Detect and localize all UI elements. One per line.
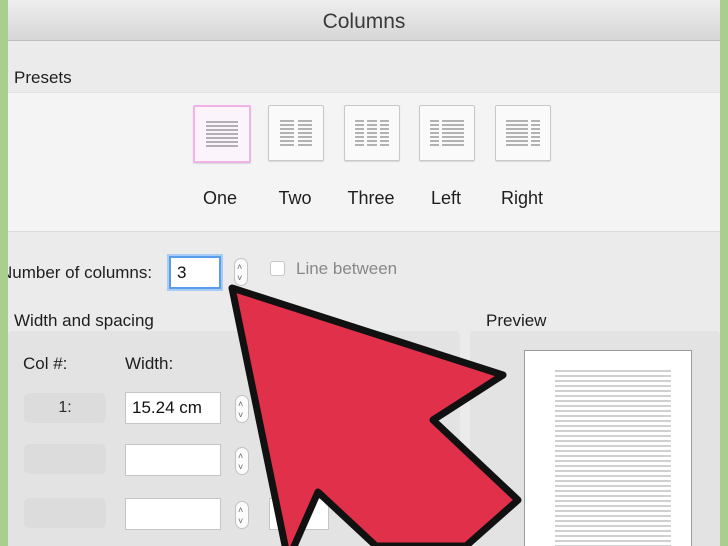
right-column-icon <box>506 120 540 146</box>
column-3-number <box>24 498 106 528</box>
width-header: Width: <box>125 354 174 373</box>
preview-page <box>524 350 692 546</box>
three-column-icon <box>355 120 389 146</box>
preset-two-label: Two <box>278 188 312 208</box>
left-column-icon <box>430 120 464 146</box>
preview-heading: Preview <box>486 311 547 330</box>
preset-right-button[interactable] <box>495 105 551 161</box>
stepper-up-icon: ˄ <box>238 451 244 461</box>
column-1-width-stepper[interactable]: ˄ ˅ <box>235 395 249 423</box>
columns-dialog: Columns Presets One Two Three Left Right… <box>8 0 720 546</box>
column-1-spacing-input[interactable] <box>269 392 329 424</box>
stepper-down-icon: ˅ <box>237 273 243 283</box>
width-spacing-heading: Width and spacing <box>14 311 154 330</box>
preset-right-label: Right <box>500 188 544 208</box>
column-3-width-input[interactable] <box>125 498 221 530</box>
preset-left-label: Left <box>430 188 462 208</box>
number-of-columns-input[interactable]: 3 <box>169 256 221 289</box>
preset-one-label: One <box>202 188 238 208</box>
stepper-up-icon: ˄ <box>382 505 388 515</box>
column-3-width-stepper[interactable]: ˄ ˅ <box>235 501 249 529</box>
stepper-down-icon: ˅ <box>238 516 244 526</box>
line-between-label: Line between <box>296 259 398 278</box>
line-between-checkbox[interactable] <box>270 261 285 276</box>
column-3-spacing-stepper[interactable]: ˄ ˅ <box>379 501 393 529</box>
preview-text-lines <box>555 370 671 546</box>
two-column-icon <box>280 120 312 146</box>
column-3-spacing-input[interactable] <box>269 498 329 530</box>
column-2-number <box>24 444 106 474</box>
stepper-up-icon: ˄ <box>238 399 244 409</box>
column-1-width-input[interactable]: 15.24 cm <box>125 392 221 424</box>
dialog-title: Columns <box>8 0 720 41</box>
stepper-up-icon: ˄ <box>238 505 244 515</box>
stepper-down-icon: ˅ <box>238 410 244 420</box>
stepper-down-icon: ˅ <box>382 516 388 526</box>
number-of-columns-label: Number of columns: <box>8 263 153 282</box>
preset-left-button[interactable] <box>419 105 475 161</box>
preset-three-button[interactable] <box>344 105 400 161</box>
preset-two-button[interactable] <box>268 105 324 161</box>
column-2-width-input[interactable] <box>125 444 221 476</box>
column-2-spacing-input[interactable] <box>269 444 329 476</box>
column-1-number: 1: <box>24 393 106 423</box>
number-of-columns-stepper[interactable]: ˄ ˅ <box>234 258 248 286</box>
preset-three-label: Three <box>347 188 395 208</box>
column-2-width-stepper[interactable]: ˄ ˅ <box>235 447 249 475</box>
presets-heading: Presets <box>14 68 72 87</box>
preset-one-button[interactable] <box>193 105 251 163</box>
stepper-up-icon: ˄ <box>237 262 243 272</box>
stepper-down-icon: ˅ <box>238 462 244 472</box>
one-column-icon <box>206 121 238 147</box>
col-number-header: Col #: <box>23 354 68 373</box>
